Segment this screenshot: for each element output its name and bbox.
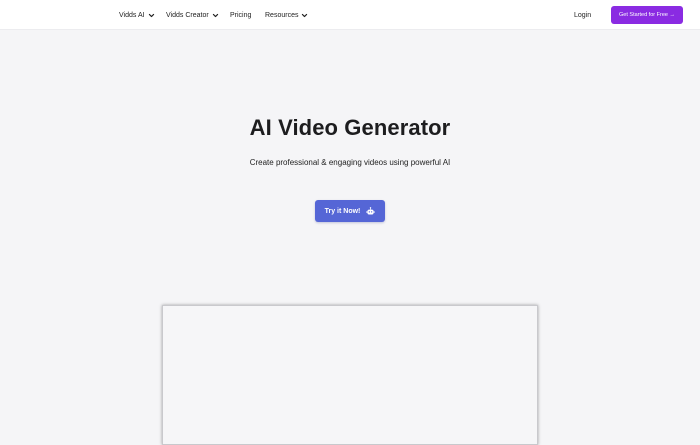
page-title: AI Video Generator (249, 115, 451, 140)
nav-item-label: Resources (265, 11, 299, 19)
video-preview-frame[interactable] (162, 305, 538, 445)
try-button-label: Try it Now! (324, 207, 361, 215)
nav-vidds-creator[interactable]: Vidds Creator (166, 0, 219, 30)
robot-icon (366, 206, 375, 214)
chevron-down-icon (212, 13, 218, 17)
login-link[interactable]: Login (574, 0, 591, 30)
top-navbar: Vidds AI Vidds Creator Pricing Resources… (0, 0, 700, 30)
hero-subtitle: Create professional & engaging videos us… (249, 158, 451, 167)
nav-resources[interactable]: Resources (265, 0, 308, 30)
chevron-down-icon (148, 13, 154, 17)
get-started-button[interactable]: Get Started for Free → (611, 6, 683, 24)
nav-item-label: Pricing (230, 11, 252, 19)
nav-item-label: Vidds AI (119, 11, 145, 19)
chevron-down-icon (302, 13, 308, 17)
nav-vidds-ai[interactable]: Vidds AI (119, 0, 155, 30)
try-it-now-button[interactable]: Try it Now! (315, 200, 385, 222)
nav-pricing[interactable]: Pricing (230, 0, 251, 30)
nav-item-label: Vidds Creator (166, 11, 209, 19)
